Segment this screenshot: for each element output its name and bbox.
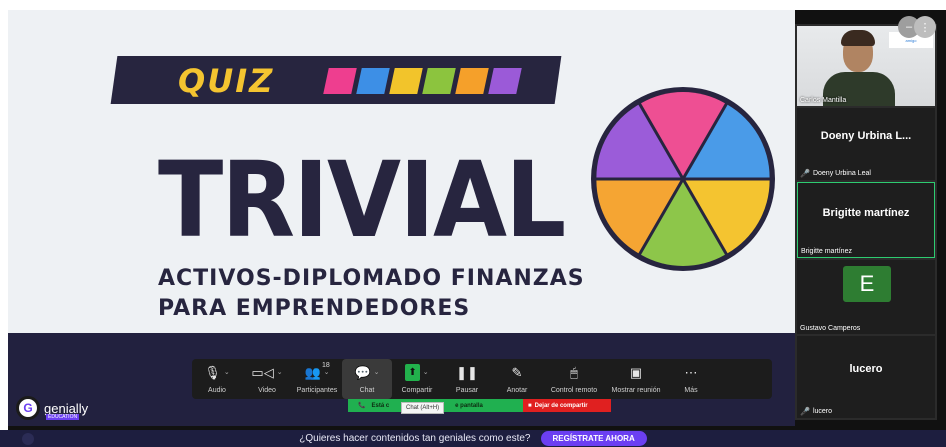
- toolbar-control-remoto-button[interactable]: 🖱 Control remoto: [542, 359, 606, 399]
- chevron-down-icon[interactable]: ⌄: [277, 364, 283, 381]
- mic-muted-icon: 🎤: [800, 169, 810, 178]
- participant-name: lucero: [812, 408, 833, 415]
- stop-square-icon: ■: [528, 402, 532, 409]
- participant-name-bar: 🎤 lucero: [800, 407, 832, 416]
- color-swatch: [356, 68, 390, 94]
- participant-display-name: lucero: [849, 363, 883, 375]
- stop-sharing-button[interactable]: ■ Dejar de compartir: [523, 399, 611, 412]
- pause-icon: ❚❚: [456, 365, 478, 380]
- chevron-down-icon[interactable]: ⌄: [423, 364, 429, 381]
- subtitle-line-1: ACTIVOS-DIPLOMADO FINANZAS: [158, 266, 585, 291]
- toolbar-label: Participantes: [296, 387, 338, 394]
- remote-control-mouse-icon: 🖱: [570, 365, 578, 380]
- video-camera-icon: ▭◁: [251, 365, 274, 380]
- avatar: E: [843, 266, 891, 302]
- sharing-status-right: e pantalla: [455, 402, 483, 409]
- subtitle-line-2: PARA EMPRENDEDORES: [158, 296, 471, 321]
- toolbar-label: Control remoto: [550, 387, 598, 394]
- color-swatches: [323, 68, 522, 94]
- promo-bar: ¿Quieres hacer contenidos tan geniales c…: [0, 430, 946, 447]
- chevron-down-icon[interactable]: ⌄: [374, 364, 380, 381]
- toolbar-label: Video: [258, 387, 276, 394]
- toolbar-video-button[interactable]: ▭◁ ⌄ Video: [242, 359, 292, 399]
- participant-name-bar: 🎤 Doeny Urbina Leal: [800, 169, 871, 178]
- toolbar-audio-button[interactable]: 🎙 ⌄ Audio: [192, 359, 242, 399]
- camera-tile[interactable]: amigo Carlos Mantilla: [797, 26, 935, 106]
- participants-icon: 👥: [304, 365, 321, 380]
- participant-name: Doeny Urbina Leal: [812, 170, 871, 177]
- toolbar-label: Audio: [208, 387, 226, 394]
- mic-muted-icon: 🎤: [800, 407, 810, 416]
- toolbar-label: Anotar: [506, 387, 528, 394]
- quiz-heading: QUIZ: [178, 62, 275, 100]
- participant-tile[interactable]: E Gustavo Camperos: [797, 260, 935, 334]
- promo-logo-icon: [22, 433, 34, 445]
- toolbar-label: Más: [684, 387, 698, 394]
- window-controls: – ⋮: [898, 16, 936, 38]
- toolbar-label: Mostrar reunión: [611, 387, 661, 394]
- promo-text: ¿Quieres hacer contenidos tan geniales c…: [299, 433, 531, 444]
- show-meeting-icon: ▣: [629, 365, 643, 380]
- participant-tile[interactable]: lucero 🎤 lucero: [797, 336, 935, 418]
- participant-name-bar: Gustavo Camperos: [800, 325, 860, 332]
- participant-name: Gustavo Camperos: [800, 325, 861, 332]
- participant-name-bar: Brigitte martínez: [801, 248, 852, 255]
- annotate-pen-icon: ✎: [511, 365, 523, 380]
- person-hair: [841, 30, 875, 46]
- trivial-title: TRIVIAL: [158, 139, 566, 261]
- toolbar-label: Chat: [359, 387, 375, 394]
- toolbar-pausar-button[interactable]: ❚❚ Pausar: [442, 359, 492, 399]
- toolbar-más-button[interactable]: ⋯ Más: [666, 359, 716, 399]
- more-icon: ⋯: [684, 365, 698, 380]
- participant-display-name: Brigitte martínez: [822, 207, 910, 219]
- chat-icon: 💬: [354, 365, 371, 380]
- share-screen-icon: ⬆: [405, 364, 420, 381]
- toolbar-mostrar-reunión-button[interactable]: ▣ Mostrar reunión: [606, 359, 666, 399]
- microphone-icon: 🎙: [204, 365, 221, 380]
- toolbar-participantes-button[interactable]: 👥 ⌄ 18 Participantes: [292, 359, 342, 399]
- toolbar-chat-button[interactable]: 💬 ⌄ Chat: [342, 359, 392, 399]
- color-swatch: [455, 68, 489, 94]
- participant-display-name: Doeny Urbina L...: [820, 130, 912, 142]
- toolbar-anotar-button[interactable]: ✎ Anotar: [492, 359, 542, 399]
- color-swatch: [422, 68, 456, 94]
- participant-name: Brigitte martínez: [801, 248, 852, 255]
- gallery-options-icon[interactable]: ⋮: [914, 16, 936, 38]
- genially-education-tag: EDUCATION: [46, 414, 80, 420]
- register-button[interactable]: REGÍSTRATE AHORA: [540, 431, 647, 446]
- stop-sharing-label: Dejar de compartir: [534, 402, 588, 409]
- color-swatch: [323, 68, 357, 94]
- participant-gallery: amigo Carlos Mantilla Doeny Urbina L... 🎤…: [795, 24, 937, 420]
- chat-tooltip: Chat (Alt+H): [401, 402, 445, 414]
- meeting-toolbar: 🎙 ⌄ Audio ▭◁ ⌄ Video 👥 ⌄ 18 Participantes 💬 ⌄ Chat ⬆ ⌄…: [192, 359, 772, 399]
- participant-count-badge: 18: [322, 362, 330, 369]
- participant-tile[interactable]: Brigitte martínez Brigitte martínez: [797, 182, 935, 258]
- color-swatch: [488, 68, 522, 94]
- trivial-wheel-icon: [591, 87, 775, 271]
- color-swatch: [389, 68, 423, 94]
- sharing-status-bar: 📞 Está c e pantalla ■ Dejar de compartir: [348, 399, 611, 412]
- camera-participant-name: Carlos Mantilla: [800, 97, 847, 104]
- genially-brand: G genially EDUCATION: [16, 396, 88, 420]
- participant-tile[interactable]: Doeny Urbina L... 🎤 Doeny Urbina Leal: [797, 108, 935, 180]
- genially-logo-icon: G: [16, 396, 40, 420]
- toolbar-label: Compartir: [401, 387, 433, 394]
- sharing-status-left: Está c: [371, 402, 390, 409]
- phone-icon: 📞: [358, 403, 366, 409]
- toolbar-label: Pausar: [455, 387, 479, 394]
- chevron-down-icon[interactable]: ⌄: [224, 364, 230, 381]
- toolbar-compartir-button[interactable]: ⬆ ⌄ Compartir: [392, 359, 442, 399]
